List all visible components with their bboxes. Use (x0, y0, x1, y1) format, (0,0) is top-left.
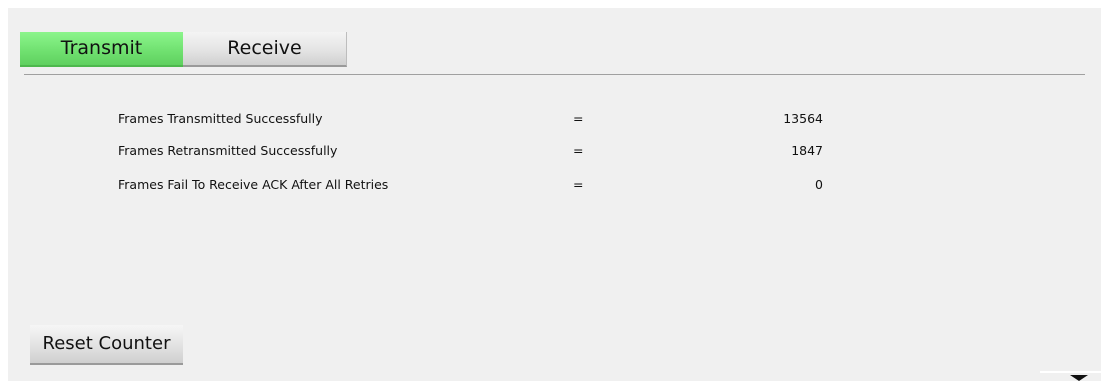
tab-transmit[interactable]: Transmit (20, 32, 183, 67)
stat-value: 1847 (791, 143, 823, 158)
stat-label: Frames Fail To Receive ACK After All Ret… (118, 177, 389, 192)
stat-separator: = (573, 143, 584, 158)
tab-bar: Transmit Receive (20, 32, 347, 67)
statistics-panel: Transmit Receive Frames Transmitted Succ… (8, 8, 1101, 381)
triangle-down-icon[interactable] (1070, 375, 1088, 381)
stat-label: Frames Transmitted Successfully (118, 111, 323, 126)
tab-divider (24, 74, 1085, 75)
tab-receive[interactable]: Receive (183, 32, 347, 67)
stat-separator: = (573, 177, 584, 192)
stat-row-transmitted: Frames Transmitted Successfully = 13564 (8, 111, 1101, 131)
reset-counter-button[interactable]: Reset Counter (30, 325, 183, 365)
stat-row-fail-ack: Frames Fail To Receive ACK After All Ret… (8, 177, 1101, 197)
stat-value: 0 (815, 177, 823, 192)
scroll-strip (1040, 371, 1101, 373)
stat-separator: = (573, 111, 584, 126)
stat-row-retransmitted: Frames Retransmitted Successfully = 1847 (8, 143, 1101, 163)
stat-value: 13564 (783, 111, 823, 126)
stat-label: Frames Retransmitted Successfully (118, 143, 338, 158)
